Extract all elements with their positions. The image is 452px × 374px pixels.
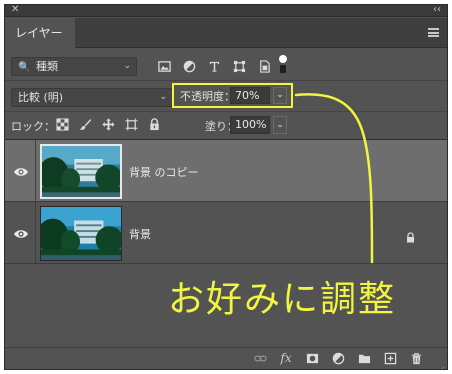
close-icon[interactable]: ✕ — [11, 5, 19, 15]
layer-thumbnail[interactable] — [40, 206, 122, 261]
opacity-highlight-box: 不透明度： 70% ⌄ — [172, 83, 293, 108]
filter-toggle-knob — [279, 55, 287, 63]
opacity-dropdown-button[interactable]: ⌄ — [273, 87, 287, 104]
layer-style-fx-icon[interactable]: fx — [279, 351, 293, 365]
image-filter-icon[interactable] — [155, 57, 174, 75]
lock-image-pixels-icon[interactable] — [78, 117, 92, 131]
annotation-label: お好みに調整 — [168, 279, 397, 320]
layer-kind-filter-select[interactable]: 🔍 種類 ⌄ — [11, 57, 137, 76]
resize-grip-icon[interactable] — [437, 359, 445, 369]
new-adjustment-layer-icon[interactable] — [331, 351, 345, 365]
type-filter-icon[interactable] — [205, 57, 224, 75]
search-icon: 🔍 — [18, 62, 31, 73]
layer-thumbnail[interactable] — [40, 144, 122, 199]
layer-name[interactable]: 背景 — [129, 226, 151, 242]
chevron-down-icon: ⌄ — [159, 92, 167, 102]
panel-tabbar: レイヤー — [5, 18, 447, 48]
blend-mode-select[interactable]: 比較 (明) ⌄ — [11, 88, 173, 107]
add-mask-icon[interactable] — [305, 351, 319, 365]
bottom-icon-group: fx — [253, 351, 423, 365]
lock-all-icon[interactable] — [147, 117, 161, 131]
delete-layer-icon[interactable] — [409, 351, 423, 365]
lock-position-icon[interactable] — [101, 117, 115, 131]
eye-icon[interactable] — [13, 225, 29, 238]
link-layers-icon[interactable] — [253, 351, 267, 365]
layer-kind-filter-label: 種類 — [35, 60, 58, 73]
layer-name[interactable]: 背景 のコピー — [129, 164, 199, 180]
lock-icon-group — [55, 117, 161, 131]
new-group-folder-icon[interactable] — [357, 351, 371, 365]
row-divider — [35, 140, 36, 201]
blend-row: 比較 (明) ⌄ 不透明度： 70% ⌄ — [5, 82, 447, 112]
lock-artboard-icon[interactable] — [124, 117, 138, 131]
opacity-label: 不透明度： — [180, 90, 235, 103]
panel-titlebar: ✕ ‹‹ — [5, 5, 447, 17]
row-divider — [35, 202, 36, 263]
adjustment-filter-icon[interactable] — [180, 57, 199, 75]
fill-dropdown-button[interactable]: ⌄ — [273, 116, 287, 134]
filter-row: 🔍 種類 ⌄ — [5, 49, 447, 81]
new-layer-icon[interactable] — [383, 351, 397, 365]
eye-icon[interactable] — [13, 163, 29, 176]
layer-row[interactable]: 背景 — [5, 202, 447, 264]
layers-bottom-toolbar: fx — [5, 347, 447, 369]
panel-menu-icon[interactable] — [428, 28, 439, 37]
tab-layers[interactable]: レイヤー — [5, 18, 75, 48]
lock-transparent-pixels-icon[interactable] — [55, 117, 69, 131]
opacity-input[interactable]: 70% — [230, 87, 270, 104]
layer-row[interactable]: 背景 のコピー — [5, 140, 447, 202]
filter-toggle-track — [280, 65, 286, 73]
lock-icon — [405, 228, 416, 243]
filter-icon-group — [155, 57, 274, 75]
collapse-panel-icon[interactable]: ‹‹ — [433, 5, 441, 15]
filter-toggle-icon[interactable] — [279, 55, 287, 75]
fill-input[interactable]: 100% — [230, 116, 270, 134]
smart-object-filter-icon[interactable] — [255, 57, 274, 75]
lock-label: ロック： — [11, 120, 55, 133]
lock-row: ロック： 塗り： 100% ⌄ — [5, 112, 447, 140]
blend-mode-value: 比較 (明) — [18, 91, 64, 104]
chevron-down-icon: ⌄ — [123, 61, 131, 71]
shape-filter-icon[interactable] — [230, 57, 249, 75]
